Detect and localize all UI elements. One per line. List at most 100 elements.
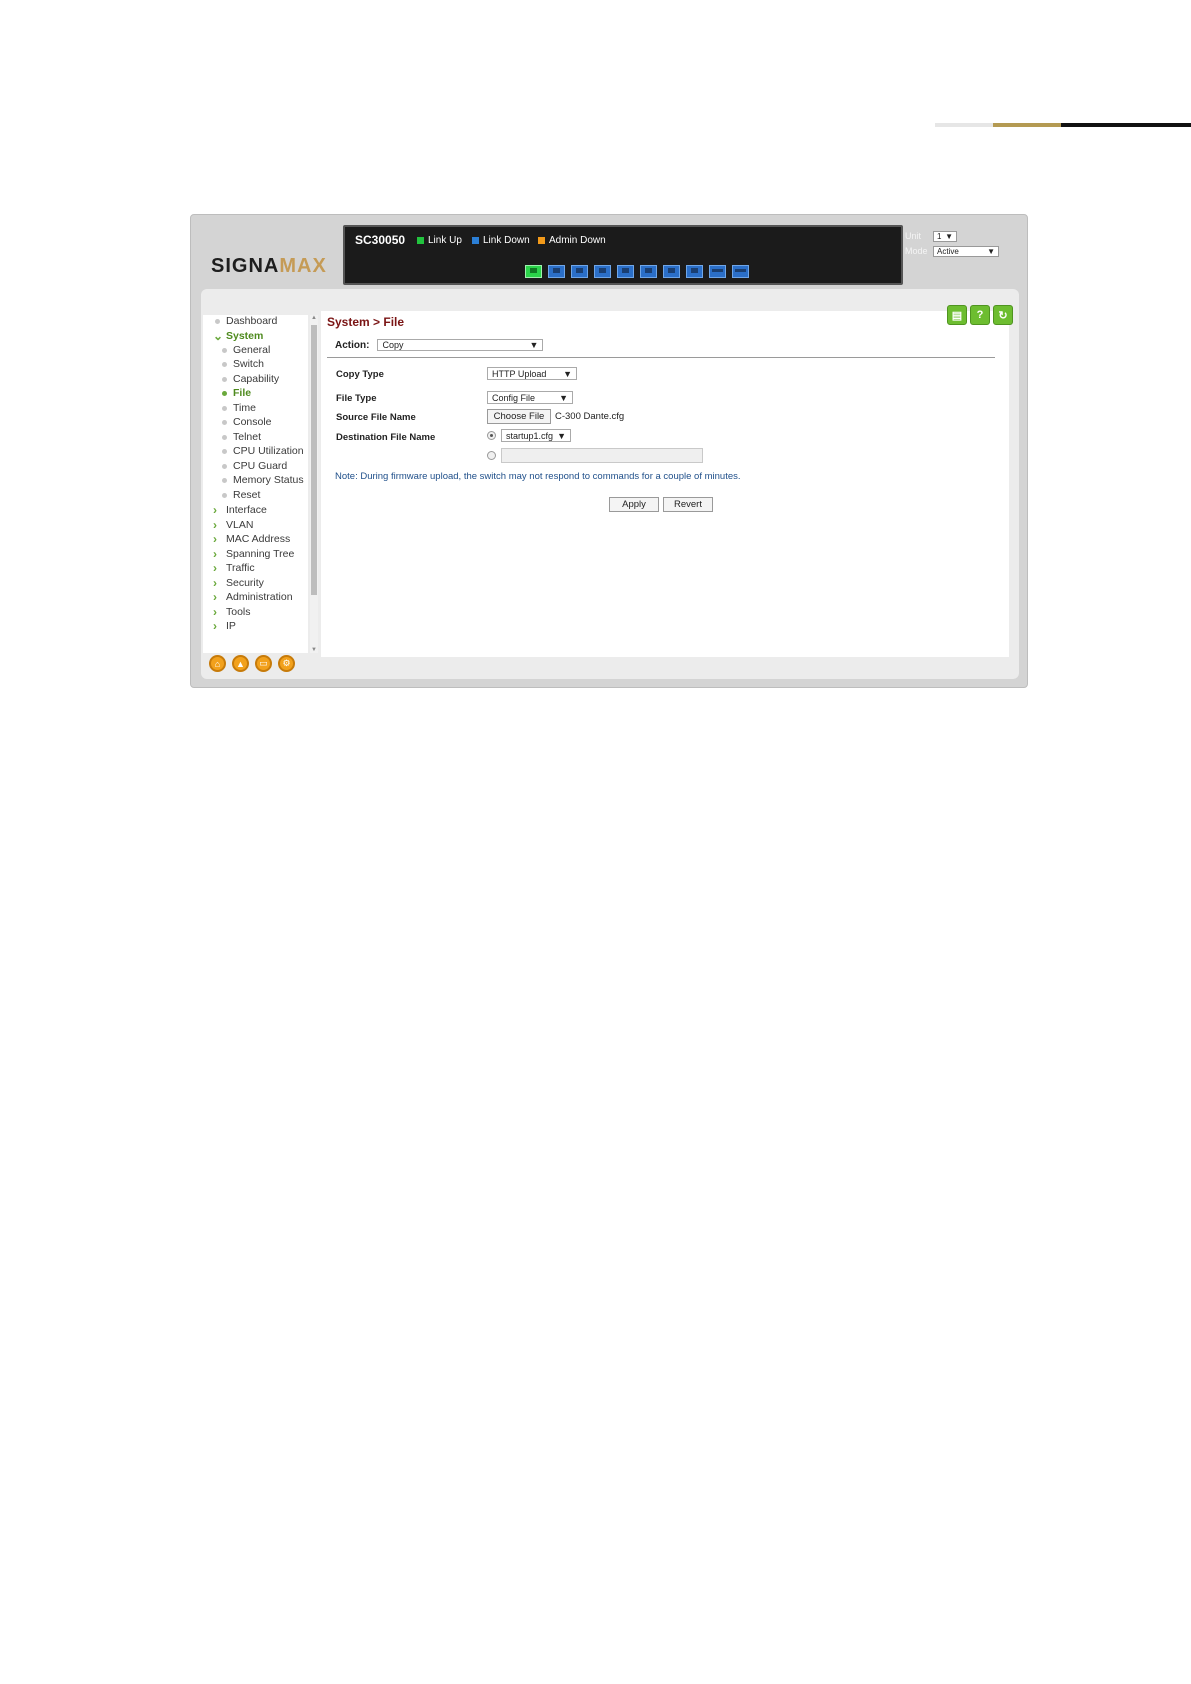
bullet-icon [222,347,227,353]
nav-system[interactable]: ⌄ System [213,329,263,343]
bullet-icon [222,390,227,396]
nav-interface[interactable]: › Interface [213,503,267,517]
dropdown-arrow-icon: ▼ [529,340,539,350]
admin-down-swatch [538,237,545,244]
firmware-note: Note: During firmware upload, the switch… [335,471,741,482]
dropdown-arrow-icon: ▼ [563,368,572,379]
port-9-sfp[interactable] [709,265,726,278]
switch-web-ui: SIGNAMAX SC30050 Link Up Link Down Admin… [190,214,1028,688]
divider [327,357,995,358]
settings-icon[interactable]: ⚙ [278,655,295,672]
chosen-file-name: C-300 Dante.cfg [555,411,625,422]
file-type-select[interactable]: Config File ▼ [487,391,573,404]
copy-type-label: Copy Type [336,369,384,380]
destination-file-input[interactable] [501,448,703,463]
revert-button[interactable]: Revert [663,497,713,512]
mode-label: Mode [905,246,928,256]
bullet-icon [222,492,227,498]
nav-administration[interactable]: › Administration [213,590,293,604]
action-select[interactable]: Copy ▼ [377,339,544,351]
mode-select[interactable]: Active ▼ [933,245,999,257]
nav-time[interactable]: Time [222,402,256,414]
nav-general[interactable]: General [222,344,270,356]
port-8[interactable] [686,265,703,278]
nav-dashboard[interactable]: Dashboard [215,315,277,327]
bullet-icon [222,477,227,483]
link-down-swatch [472,237,479,244]
sidebar-scrollbar[interactable]: ▲ ▼ [310,315,318,653]
nav-memory-status[interactable]: Memory Status [222,474,304,486]
help-icon[interactable]: ? [970,305,990,325]
dropdown-arrow-icon: ▼ [987,246,995,256]
port-1[interactable] [525,265,542,278]
breadcrumb: System > File [327,315,405,329]
nav-ip[interactable]: › IP [213,619,236,633]
window-icon[interactable]: ▭ [255,655,272,672]
port-2[interactable] [548,265,565,278]
destination-new-row [487,448,703,463]
form-buttons: Apply Revert [609,497,713,512]
unit-select[interactable]: 1 ▼ [933,230,957,242]
chevron-right-icon: › [213,605,217,619]
nav-console[interactable]: Console [222,416,272,428]
save-icon[interactable]: ▤ [947,305,967,325]
destination-file-label: Destination File Name [336,432,436,443]
nav-capability[interactable]: Capability [222,373,279,385]
nav-tools[interactable]: › Tools [213,605,251,619]
header-rule-gold [993,123,1061,127]
refresh-icon[interactable]: ↻ [993,305,1013,325]
content-panel: System > File ▤ ? ↻ Action: Copy ▼ Copy T… [321,305,1013,657]
nav-security[interactable]: › Security [213,576,264,590]
scrollbar-thumb[interactable] [311,325,317,595]
chevron-right-icon: › [213,503,217,517]
nav-cpu-guard[interactable]: CPU Guard [222,460,287,472]
destination-existing-radio[interactable] [487,431,496,440]
unit-mode-area: Unit 1 ▼ Mode Active ▼ [905,229,999,259]
bullet-icon [222,376,227,382]
port-7[interactable] [663,265,680,278]
choose-file-button[interactable]: Choose File [487,409,551,424]
scroll-up-icon[interactable]: ▲ [311,315,317,321]
nav-spanning-tree[interactable]: › Spanning Tree [213,547,294,561]
chevron-right-icon: › [213,590,217,604]
legend-link-down: Link Down [472,235,530,246]
bullet-icon [222,419,227,425]
copy-type-field: HTTP Upload ▼ [487,367,577,380]
link-up-swatch [417,237,424,244]
chevron-right-icon: › [213,561,217,575]
port-3[interactable] [571,265,588,278]
destination-file-select[interactable]: startup1.cfg ▼ [501,429,571,442]
port-6[interactable] [640,265,657,278]
chevron-right-icon: › [213,576,217,590]
apply-button[interactable]: Apply [609,497,659,512]
port-status-panel: SC30050 Link Up Link Down Admin Down [343,225,903,285]
dropdown-arrow-icon: ▼ [559,392,568,403]
nav-cpu-utilization[interactable]: CPU Utilization [222,445,304,457]
chevron-right-icon: › [213,518,217,532]
bullet-icon [222,434,227,440]
copy-type-select[interactable]: HTTP Upload ▼ [487,367,577,380]
port-5[interactable] [617,265,634,278]
home-icon[interactable]: ⌂ [209,655,226,672]
nav-telnet[interactable]: Telnet [222,431,261,443]
header-rule-light [935,123,993,127]
nav-traffic[interactable]: › Traffic [213,561,255,575]
nav-vlan[interactable]: › VLAN [213,518,253,532]
bullet-icon [222,463,227,469]
port-10-sfp[interactable] [732,265,749,278]
signamax-logo: SIGNAMAX [211,255,327,277]
port-row [525,265,749,278]
device-model: SC30050 [355,233,406,247]
nav-reset[interactable]: Reset [222,489,260,501]
destination-new-radio[interactable] [487,451,496,460]
port-4[interactable] [594,265,611,278]
main-frame: Dashboard ⌄ System General Switch Capabil… [201,289,1019,679]
nav-switch[interactable]: Switch [222,358,264,370]
file-type-label: File Type [336,393,377,404]
up-icon[interactable]: ▲ [232,655,249,672]
scroll-down-icon[interactable]: ▼ [311,647,317,653]
dropdown-arrow-icon: ▼ [945,231,953,241]
legend-link-up: Link Up [417,235,462,246]
nav-file[interactable]: File [222,387,251,399]
nav-mac-address[interactable]: › MAC Address [213,532,290,546]
